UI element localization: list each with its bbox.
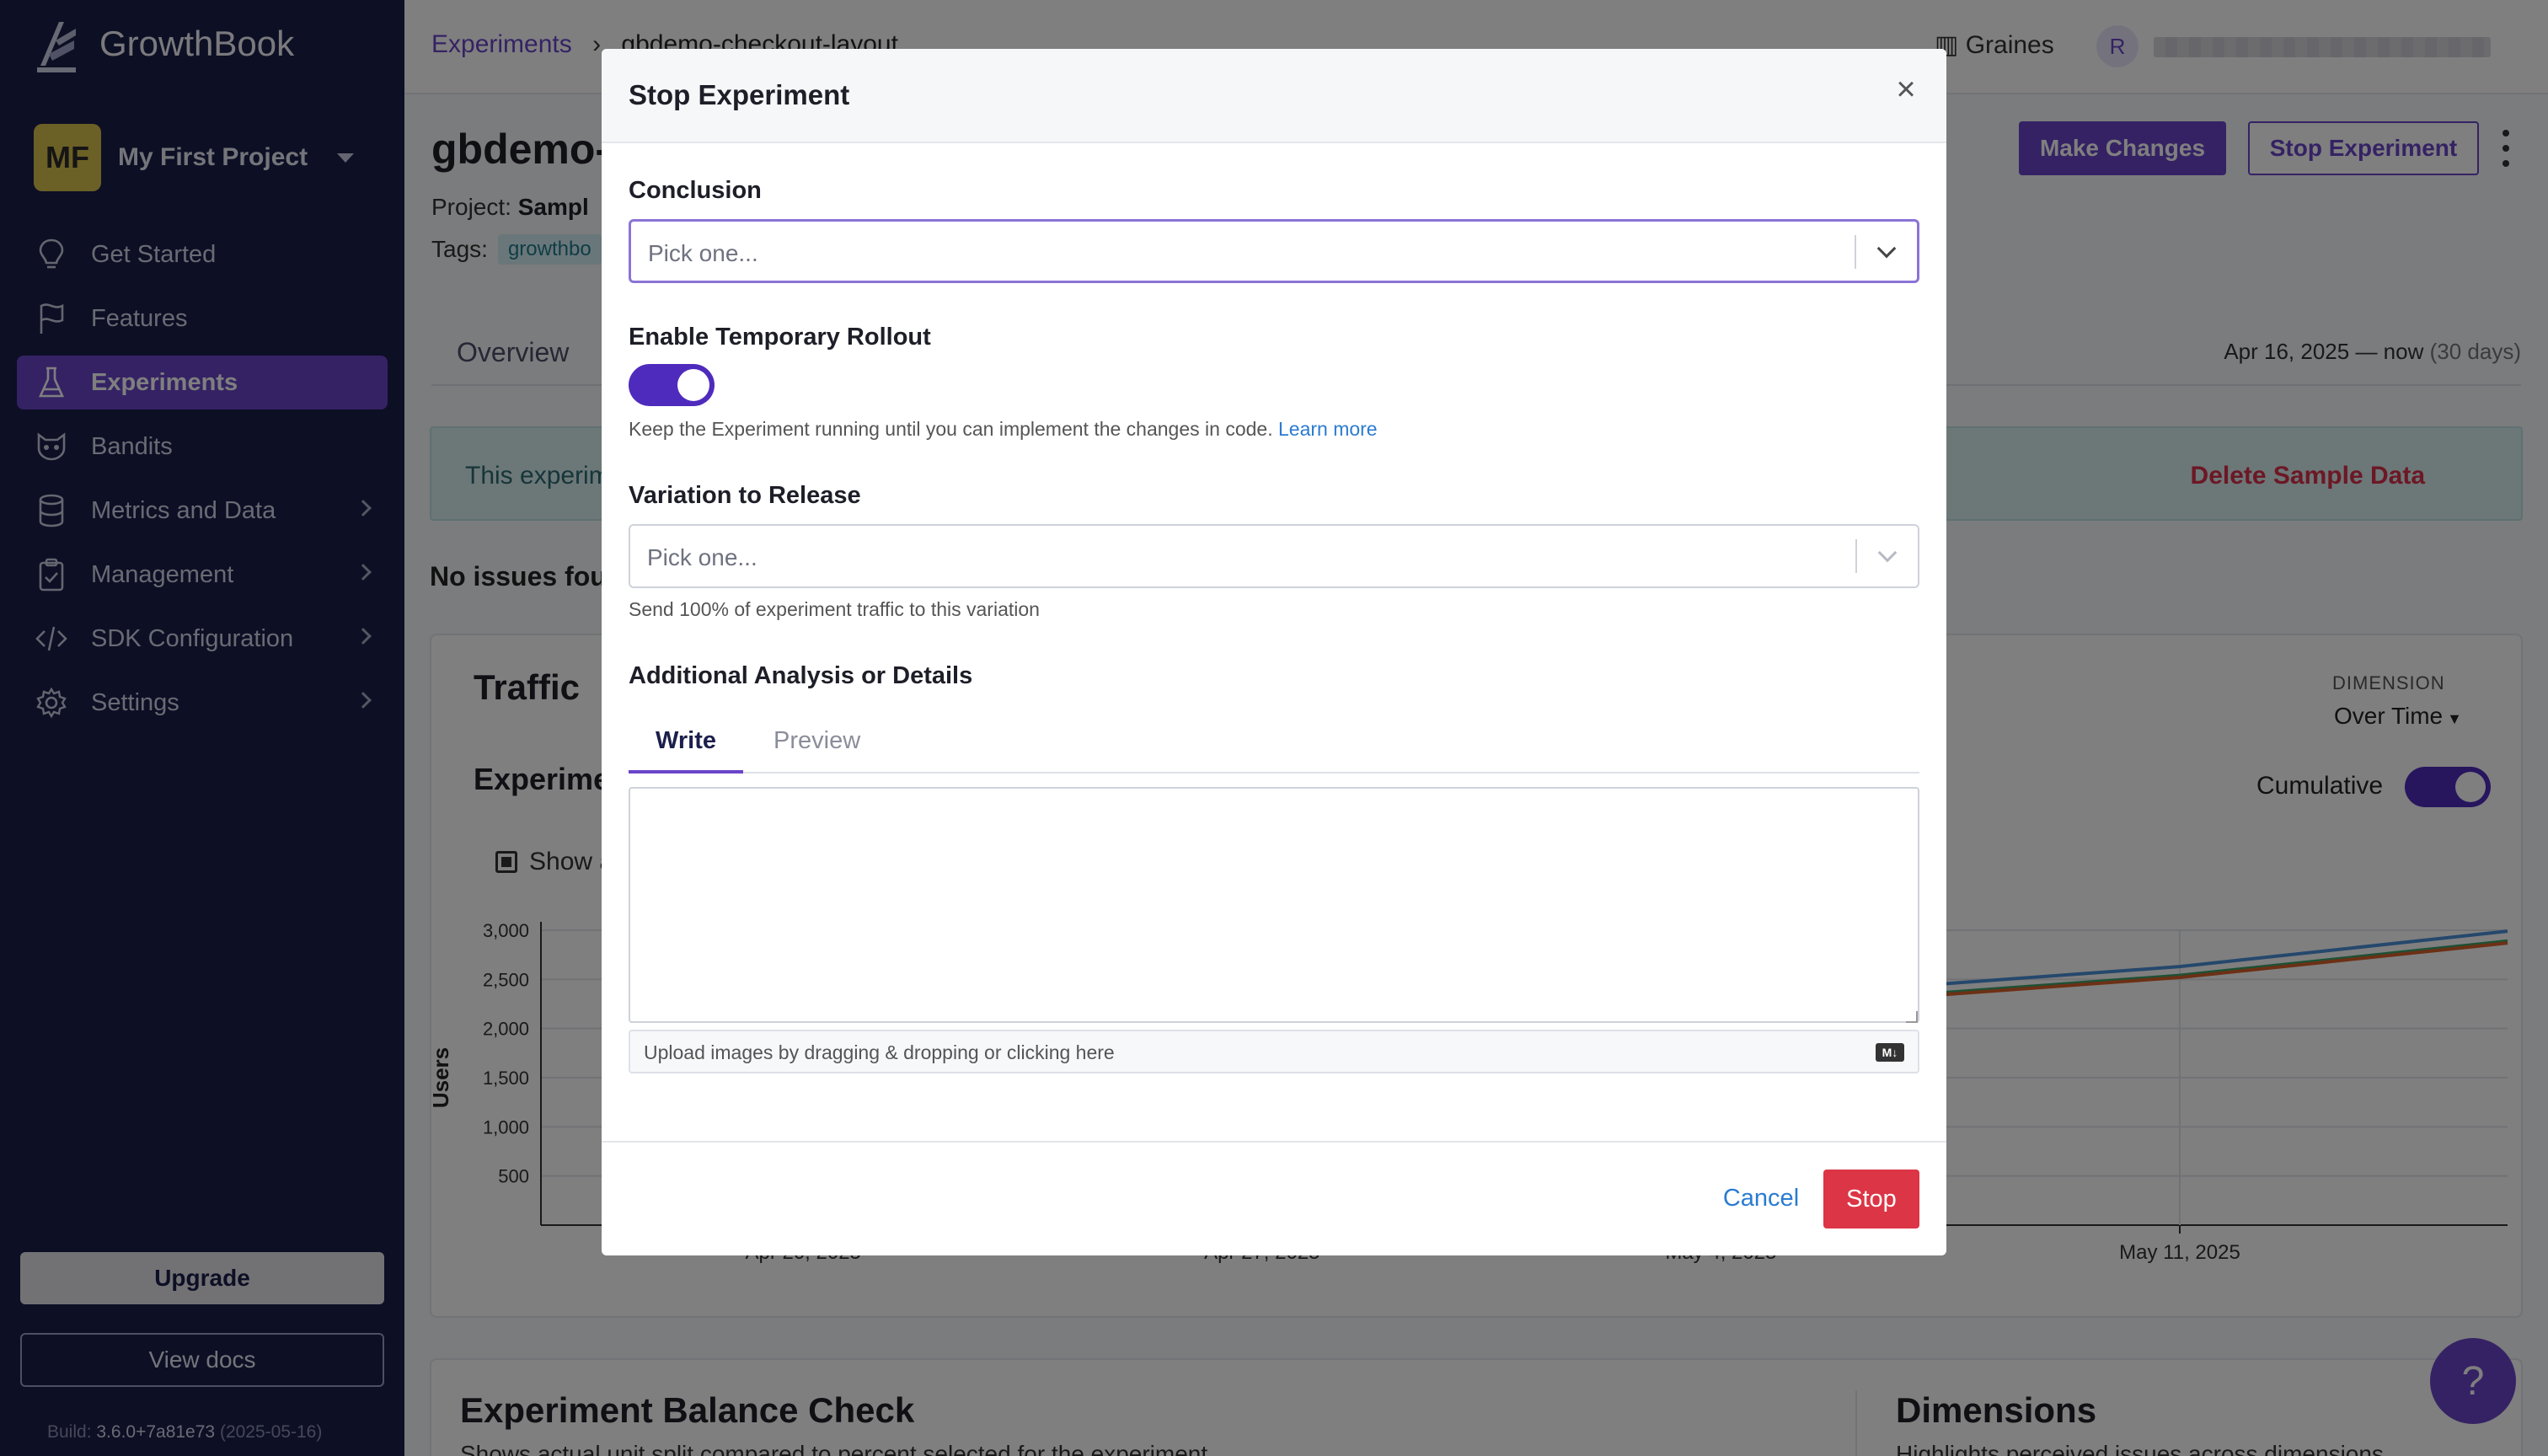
upload-hint: Upload images by dragging & dropping or … [644, 1041, 1115, 1063]
rollout-help: Keep the Experiment running until you ca… [629, 418, 1378, 441]
close-icon[interactable]: × [1889, 72, 1923, 106]
markdown-tabs: Write Preview [629, 721, 1919, 774]
analysis-textarea[interactable] [629, 787, 1919, 1023]
tab-preview[interactable]: Preview [747, 721, 887, 774]
variation-help: Send 100% of experiment traffic to this … [629, 598, 1040, 620]
temporary-rollout-toggle[interactable] [629, 364, 715, 406]
modal-header: Stop Experiment × [602, 49, 1946, 143]
conclusion-select[interactable]: Pick one... [629, 219, 1919, 283]
image-upload-area[interactable]: Upload images by dragging & dropping or … [629, 1030, 1919, 1073]
modal-footer: Cancel Stop [602, 1141, 1946, 1255]
rollout-label: Enable Temporary Rollout [629, 324, 931, 351]
rollout-help-text: Keep the Experiment running until you ca… [629, 418, 1273, 440]
conclusion-label: Conclusion [629, 177, 762, 204]
modal-title: Stop Experiment [629, 79, 850, 110]
stop-button[interactable]: Stop [1823, 1170, 1919, 1228]
variation-placeholder: Pick one... [647, 544, 757, 570]
stop-experiment-modal: Stop Experiment × Conclusion Pick one...… [602, 49, 1946, 1255]
select-separator [1855, 235, 1856, 269]
markdown-icon: M↓ [1876, 1043, 1904, 1062]
chevron-down-icon [1876, 238, 1897, 259]
learn-more-link[interactable]: Learn more [1278, 418, 1378, 440]
variation-select[interactable]: Pick one... [629, 524, 1919, 588]
tab-write[interactable]: Write [629, 721, 743, 774]
toggle-knob [677, 369, 709, 401]
resize-handle-icon[interactable] [1906, 1011, 1918, 1023]
cancel-button[interactable]: Cancel [1710, 1170, 1812, 1227]
select-separator [1855, 539, 1857, 573]
analysis-label: Additional Analysis or Details [629, 662, 973, 689]
variation-label: Variation to Release [629, 482, 861, 509]
conclusion-placeholder: Pick one... [648, 240, 758, 266]
chevron-down-icon [1877, 543, 1898, 563]
